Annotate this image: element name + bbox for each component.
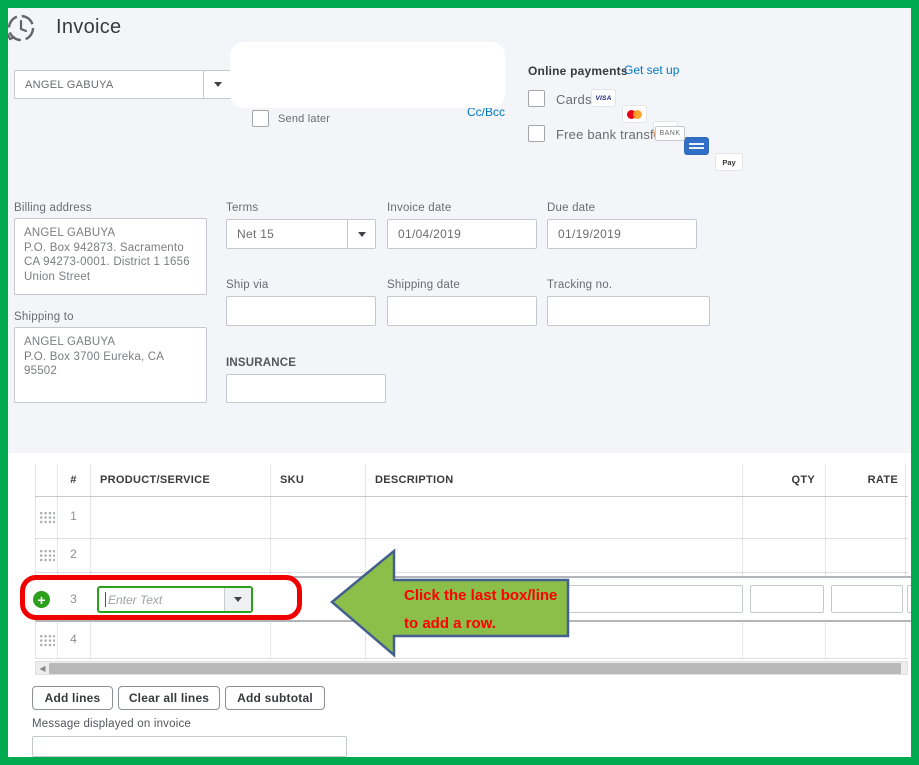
due-date-field[interactable]: 01/19/2019 xyxy=(547,219,697,249)
apple-pay-card-icon: Pay xyxy=(716,154,742,170)
arrow-annotation: Click the last box/line to add a row. xyxy=(330,548,570,658)
amex-card-icon xyxy=(685,138,708,154)
column-header-num: # xyxy=(70,474,77,486)
invoice-window: Invoice ANGEL GABUYA Cc/Bcc Send later O… xyxy=(0,0,919,765)
drag-handle-icon[interactable] xyxy=(39,634,55,647)
billing-address-textarea[interactable]: ANGEL GABUYA P.O. Box 942873. Sacramento… xyxy=(14,218,207,295)
get-set-up-link[interactable]: Get set up xyxy=(624,63,679,77)
send-later-checkbox[interactable] xyxy=(252,110,269,127)
customer-select-dropdown-button[interactable] xyxy=(203,71,231,98)
highlight-annotation xyxy=(20,575,302,620)
shipping-date-label: Shipping date xyxy=(387,279,460,291)
table-row[interactable]: 1 xyxy=(35,496,908,538)
terms-select[interactable]: Net 15 xyxy=(226,219,376,249)
insurance-field[interactable] xyxy=(226,374,386,403)
page-title: Invoice xyxy=(56,16,122,38)
cards-label: Cards xyxy=(556,92,592,107)
shipping-date-field[interactable] xyxy=(387,296,537,326)
qty-input[interactable] xyxy=(750,585,824,613)
customer-select-value: ANGEL GABUYA xyxy=(25,78,114,91)
message-label: Message displayed on invoice xyxy=(32,718,192,730)
row-number: 4 xyxy=(70,632,77,646)
column-header-sku: SKU xyxy=(280,474,305,486)
shipping-to-textarea[interactable]: ANGEL GABUYA P.O. Box 3700 Eureka, CA 95… xyxy=(14,327,207,403)
amount-input-clipped[interactable] xyxy=(907,585,911,613)
column-header-description: DESCRIPTION xyxy=(375,474,454,486)
invoice-date-label: Invoice date xyxy=(387,202,452,214)
column-header-product-service: PRODUCT/SERVICE xyxy=(100,474,211,486)
scroll-left-arrow-icon[interactable]: ◀ xyxy=(36,664,49,673)
terms-select-value: Net 15 xyxy=(237,227,275,241)
row-number: 2 xyxy=(70,547,77,561)
visa-card-icon: VISA xyxy=(592,90,615,106)
rate-input[interactable] xyxy=(831,585,903,613)
annotation-text-line2: to add a row. xyxy=(404,615,496,632)
scrollbar-thumb[interactable] xyxy=(49,662,901,674)
shipping-to-label: Shipping to xyxy=(14,311,74,323)
annotation-text-line1: Click the last box/line xyxy=(404,587,557,604)
chevron-down-icon xyxy=(357,231,366,237)
insurance-label: INSURANCE xyxy=(226,357,297,369)
ship-via-label: Ship via xyxy=(226,279,269,291)
bank-badge: BANK xyxy=(655,126,685,141)
ship-via-field[interactable] xyxy=(226,296,376,326)
invoice-date-field[interactable]: 01/04/2019 xyxy=(387,219,537,249)
bank-transfer-label: Free bank transfer xyxy=(556,127,666,142)
table-row-border xyxy=(35,658,908,659)
terms-label: Terms xyxy=(226,202,259,214)
row-number: 1 xyxy=(70,509,77,523)
add-subtotal-button[interactable]: Add subtotal xyxy=(225,686,325,710)
horizontal-scrollbar[interactable]: ◀ xyxy=(35,661,908,675)
mastercard-card-icon xyxy=(623,106,646,122)
terms-dropdown-button[interactable] xyxy=(347,220,375,248)
drag-handle-icon[interactable] xyxy=(39,511,55,524)
clear-all-lines-button[interactable]: Clear all lines xyxy=(118,686,220,710)
column-header-rate: RATE xyxy=(867,474,898,486)
billing-address-label: Billing address xyxy=(14,202,92,214)
message-textarea[interactable] xyxy=(32,736,347,757)
drag-handle-icon[interactable] xyxy=(39,549,55,562)
column-header-qty: QTY xyxy=(791,474,815,486)
online-payments-title: Online payments xyxy=(528,64,628,78)
cards-checkbox[interactable] xyxy=(528,90,545,107)
send-later-label: Send later xyxy=(278,113,331,125)
due-date-label: Due date xyxy=(547,202,596,214)
tracking-no-label: Tracking no. xyxy=(547,279,613,291)
add-lines-button[interactable]: Add lines xyxy=(32,686,113,710)
customer-select[interactable]: ANGEL GABUYA xyxy=(14,70,232,99)
tracking-no-field[interactable] xyxy=(547,296,710,326)
blank-overlay xyxy=(230,42,505,108)
recent-transactions-clock-icon[interactable] xyxy=(8,11,38,45)
bank-transfer-checkbox[interactable] xyxy=(528,125,545,142)
chevron-down-icon xyxy=(213,82,222,87)
